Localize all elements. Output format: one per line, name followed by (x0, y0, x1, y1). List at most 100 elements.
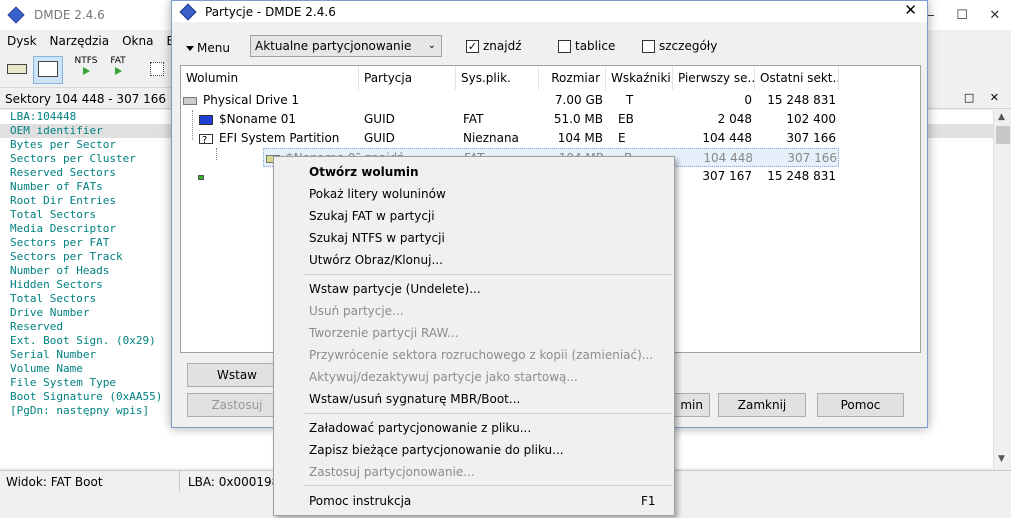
apply-button[interactable]: Zastosuj (187, 393, 287, 417)
row-flags: EB (618, 112, 634, 126)
dialog-menu-button[interactable]: Menu (186, 38, 230, 58)
menu-item[interactable]: Utwórz Obraz/Klonuj... (309, 249, 443, 271)
scroll-down-icon[interactable]: ▼ (998, 454, 1005, 464)
menu-okna[interactable]: Okna (115, 34, 159, 48)
dmde-logo-icon (179, 3, 197, 20)
row-name (198, 167, 218, 186)
row-name: Physical Drive 1 (183, 91, 359, 110)
main-menu-bar: Dysk Narzędzia Okna Edy (0, 30, 189, 52)
play-icon (82, 67, 90, 75)
close-main-button[interactable]: ✕ (989, 8, 1000, 23)
menu-item: Tworzenie partycji RAW... (309, 326, 459, 340)
checkbox-znajdz-box[interactable]: ✓ (466, 39, 479, 53)
checkbox-szczegoly-label: szczegóły (659, 39, 718, 53)
scroll-thumb[interactable] (996, 126, 1010, 144)
open-volume-button[interactable]: min (672, 393, 710, 417)
status-view: Widok: FAT Boot (0, 471, 180, 492)
table-row[interactable]: ? EFI System Partition GUID Nieznana 104 … (181, 129, 920, 148)
menu-item[interactable]: Szukaj FAT w partycji (309, 205, 435, 227)
dialog-close-icon[interactable]: ✕ (904, 1, 917, 19)
pane-buttons[interactable]: □ ✕ (964, 91, 1005, 104)
row-partition: GUID (364, 131, 395, 145)
menu-item[interactable]: Zapisz bieżące partycjonowanie do pliku.… (309, 439, 564, 461)
row-flags: T (626, 93, 634, 107)
col-rozmiar[interactable]: Rozmiar (539, 66, 606, 90)
menu-item: Usuń partycje... (309, 304, 404, 318)
table-row[interactable]: $Noname 01 GUID FAT 51.0 MB EB 2 048 102… (181, 110, 920, 129)
chevron-down-icon (186, 45, 194, 51)
menu-separator (304, 485, 672, 486)
menu-label: Menu (197, 41, 230, 55)
menu-narzedzia[interactable]: Narzędzia (43, 34, 116, 48)
close-button[interactable]: Zamknij (718, 393, 806, 417)
hex-scrollbar[interactable]: ▲ ▼ (993, 110, 1011, 468)
row-size: 104 MB (557, 131, 603, 145)
context-menu: Otwórz wolumin Pokaż litery woluninów Szuk… (273, 156, 675, 516)
menu-item[interactable]: Otwórz wolumin (309, 161, 419, 183)
toolbar-fat-button[interactable]: FAT (104, 56, 132, 84)
partitioning-select[interactable]: Aktualne partycjonowanie ⌄ (250, 35, 442, 57)
toolbar-partitions-button[interactable] (33, 56, 63, 84)
toolbar-drive-button[interactable] (4, 56, 30, 84)
toolbar-edit-button[interactable] (146, 56, 168, 84)
menu-item-shortcut: F1 (641, 494, 656, 508)
checkbox-szczegoly[interactable]: szczegóły (642, 39, 717, 53)
toolbar-ntfs-button[interactable]: NTFS (72, 56, 100, 84)
row-size: 7.00 GB (554, 93, 603, 107)
row-last: 15 248 831 (767, 93, 836, 107)
checkbox-znajdz[interactable]: ✓ znajdź (466, 39, 522, 53)
maximize-button[interactable]: ☐ (956, 8, 968, 23)
checkbox-tablice-box[interactable] (558, 39, 571, 53)
menu-dysk[interactable]: Dysk (0, 34, 43, 48)
col-ostatni[interactable]: Ostatni sekt... (755, 66, 839, 90)
checkbox-szczegoly-box[interactable] (642, 39, 655, 53)
menu-item[interactable]: Załadować partycjonowanie z pliku... (309, 417, 531, 439)
row-size: 51.0 MB (553, 112, 603, 126)
free-space-icon (198, 175, 204, 180)
ntfs-label: NTFS (74, 56, 98, 66)
table-row[interactable]: Physical Drive 1 7.00 GB T 0 15 248 831 (181, 91, 920, 110)
checkbox-tablice-label: tablice (575, 39, 616, 53)
row-name: ? EFI System Partition (199, 129, 359, 148)
scroll-up-icon[interactable]: ▲ (998, 112, 1005, 122)
menu-item: Aktywuj/dezaktywuj partycje jako startow… (309, 370, 578, 384)
col-partycja[interactable]: Partycja (359, 66, 456, 90)
checkbox-tablice[interactable]: tablice (558, 39, 615, 53)
row-first: 307 167 (702, 169, 752, 183)
unknown-partition-icon: ? (199, 133, 213, 146)
menu-item[interactable]: Pomoc instrukcja (309, 490, 411, 512)
sectors-range: Sektory 104 448 - 307 166 (5, 91, 167, 106)
drive-icon (7, 64, 27, 74)
menu-item[interactable]: Wstaw partycje (Undelete)... (309, 278, 481, 300)
row-first: 2 048 (717, 112, 752, 126)
row-first: 104 448 (702, 131, 752, 145)
help-button[interactable]: Pomoc (817, 393, 904, 417)
row-first: 0 (744, 93, 752, 107)
menu-item[interactable]: Szukaj NTFS w partycji (309, 227, 445, 249)
main-window-title: DMDE 2.4.6 (34, 8, 105, 22)
edit-icon (150, 62, 164, 76)
dialog-title: Partycje - DMDE 2.4.6 (205, 4, 336, 19)
menu-item[interactable]: Pokaż litery woluninów (309, 183, 446, 205)
menu-item[interactable]: Wstaw/usuń sygnaturę MBR/Boot... (309, 388, 520, 410)
partitions-icon (38, 61, 58, 77)
col-wskazniki[interactable]: Wskaźniki (606, 66, 673, 90)
row-name: $Noname 01 (199, 110, 359, 129)
row-last: 15 248 831 (767, 169, 836, 183)
menu-separator (304, 274, 672, 275)
chevron-down-icon: ⌄ (427, 40, 436, 51)
row-fs: Nieznana (463, 131, 519, 145)
col-wolumin[interactable]: Wolumin (181, 66, 359, 90)
drive-icon (183, 96, 197, 105)
insert-button[interactable]: Wstaw (187, 363, 287, 387)
dialog-title-bar: Partycje - DMDE 2.4.6 ✕ (172, 1, 927, 22)
fat-label: FAT (110, 56, 126, 66)
col-sysplik[interactable]: Sys.plik. (456, 66, 539, 90)
menu-separator (304, 413, 672, 414)
col-pierwszy[interactable]: Pierwszy se... (673, 66, 755, 90)
tree-line (216, 148, 217, 160)
row-last: 307 166 (786, 131, 836, 145)
row-first: 104 448 (703, 151, 753, 165)
menu-item: Przywrócenie sektora rozruchowego z kopi… (309, 348, 654, 362)
checkbox-znajdz-label: znajdź (483, 39, 522, 53)
